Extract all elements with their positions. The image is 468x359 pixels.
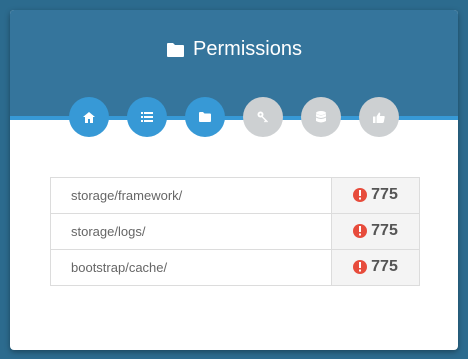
folder-icon <box>199 112 211 122</box>
step-permissions[interactable] <box>185 97 225 137</box>
step-welcome[interactable] <box>69 97 109 137</box>
permission-value: 775 <box>371 258 398 275</box>
installer-card: Permissions storage/framework/ 775 stora… <box>10 10 458 350</box>
folder-path: storage/logs/ <box>50 213 332 250</box>
database-icon <box>316 111 326 123</box>
step-environment[interactable] <box>243 97 283 137</box>
page-title-text: Permissions <box>193 38 302 60</box>
permission-status: 775 <box>331 213 420 250</box>
permission-value: 775 <box>371 222 398 239</box>
step-indicator <box>10 97 458 137</box>
permission-status: 775 <box>331 249 420 286</box>
list-icon <box>141 112 153 122</box>
permission-value: 775 <box>371 186 398 203</box>
permission-status: 775 <box>331 177 420 214</box>
thumbs-up-icon <box>373 112 385 123</box>
permissions-table: storage/framework/ 775 storage/logs/ 775… <box>50 177 420 286</box>
key-icon <box>257 111 268 123</box>
table-row: storage/logs/ 775 <box>50 213 420 250</box>
step-database[interactable] <box>301 97 341 137</box>
error-icon <box>353 224 368 238</box>
home-icon <box>83 111 95 123</box>
error-icon <box>353 188 368 202</box>
step-finished[interactable] <box>359 97 399 137</box>
folder-icon <box>167 42 185 57</box>
page-title: Permissions <box>10 38 458 61</box>
table-row: storage/framework/ 775 <box>50 177 420 214</box>
folder-path: storage/framework/ <box>50 177 332 214</box>
table-row: bootstrap/cache/ 775 <box>50 249 420 286</box>
folder-path: bootstrap/cache/ <box>50 249 332 286</box>
step-requirements[interactable] <box>127 97 167 137</box>
error-icon <box>353 260 368 274</box>
